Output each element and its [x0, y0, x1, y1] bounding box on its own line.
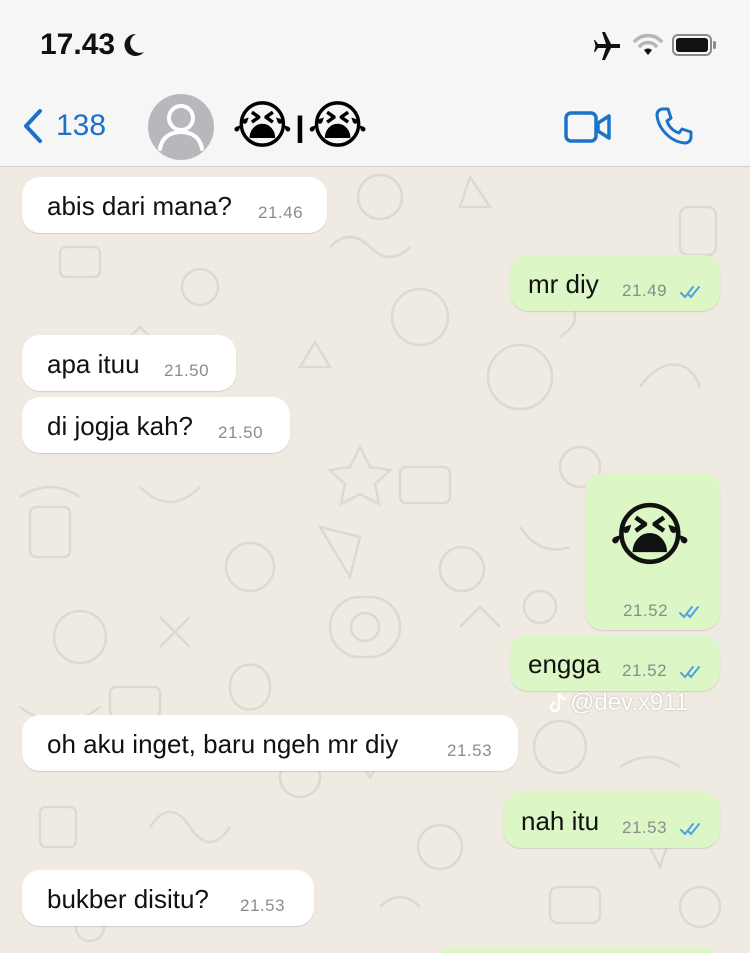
message-incoming[interactable]: di jogja kah? 21.50 — [22, 397, 290, 453]
chat-header: 138 😭ı😭 — [0, 90, 750, 167]
message-time: 21.52 — [623, 601, 669, 620]
wifi-icon — [633, 33, 663, 55]
message-text: engga — [528, 649, 601, 679]
message-incoming[interactable]: abis dari mana? 21.46 — [22, 177, 327, 233]
message-incoming[interactable]: oh aku inget, baru ngeh mr diy 21.53 — [22, 715, 518, 771]
message-text: apa ituu — [47, 349, 140, 379]
read-receipt-icon — [679, 606, 699, 619]
read-receipt-icon — [680, 666, 700, 679]
moon-icon — [124, 33, 144, 56]
message-time: 21.53 — [447, 741, 493, 760]
avatar-placeholder-icon — [158, 104, 204, 151]
message-outgoing-partial[interactable] — [435, 947, 720, 953]
message-time: 21.49 — [622, 281, 668, 300]
message-time: 21.46 — [258, 203, 304, 222]
status-time: 17.43 — [40, 28, 116, 61]
message-text: bukber disitu? — [47, 884, 209, 914]
message-outgoing[interactable]: mr diy 21.49 — [510, 255, 720, 311]
message-time: 21.53 — [240, 896, 286, 915]
message-text: oh aku inget, baru ngeh mr diy — [47, 729, 399, 759]
phone-icon[interactable] — [654, 106, 694, 146]
message-text: mr diy — [528, 269, 599, 299]
chevron-left-icon — [24, 109, 42, 143]
avatar[interactable] — [148, 94, 214, 160]
message-outgoing[interactable]: engga 21.52 — [510, 635, 720, 691]
message-time: 21.50 — [164, 361, 210, 380]
message-text: di jogja kah? — [47, 411, 193, 441]
message-time: 21.50 — [218, 423, 264, 442]
watermark-text: @dev.x911 — [570, 689, 689, 716]
message-outgoing-emoji[interactable]: 😭 21.52 — [585, 473, 720, 630]
battery-icon — [672, 34, 716, 56]
message-text: nah itu — [521, 806, 600, 836]
message-outgoing[interactable]: nah itu 21.53 — [503, 792, 720, 848]
unread-count: 138 — [56, 109, 107, 142]
tiktok-logo-icon — [549, 692, 567, 713]
read-receipt-icon — [680, 286, 700, 299]
tiktok-watermark: @dev.x911 — [548, 689, 688, 717]
message-time: 21.53 — [622, 818, 668, 837]
message-time: 21.52 — [622, 661, 668, 680]
video-call-icon[interactable] — [564, 110, 612, 144]
read-receipt-icon — [680, 823, 700, 836]
message-emoji: 😭 — [609, 496, 691, 574]
chat-area: abis dari mana? 21.46 mr diy 21.49 apa i… — [0, 167, 750, 953]
airplane-icon — [594, 32, 620, 60]
contact-name[interactable]: 😭ı😭 — [232, 96, 368, 156]
message-incoming[interactable]: bukber disitu? 21.53 — [22, 870, 314, 926]
message-incoming[interactable]: apa ituu 21.50 — [22, 335, 236, 391]
back-button[interactable]: 138 — [22, 108, 106, 144]
message-text: abis dari mana? — [47, 191, 232, 221]
status-bar: 17.43 — [0, 0, 750, 90]
